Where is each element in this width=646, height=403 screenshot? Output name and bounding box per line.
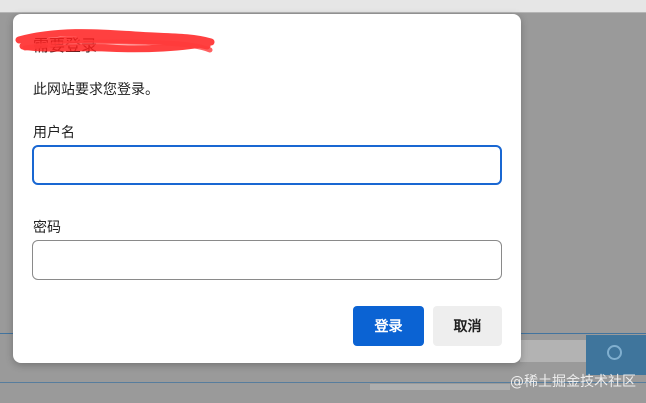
redaction-scribble [15, 29, 215, 53]
login-dialog: 需要登录 此网站要求您登录。 用户名 密码 登录 取消 [13, 14, 521, 363]
username-label: 用户名 [33, 125, 75, 141]
password-label: 密码 [33, 220, 61, 236]
login-button[interactable]: 登录 [353, 306, 424, 346]
search-icon [607, 345, 622, 360]
background-browser-bar [0, 0, 646, 12]
username-input[interactable] [32, 145, 502, 185]
watermark: @稀土掘金技术社区 [510, 374, 636, 390]
background-text [370, 384, 510, 390]
dialog-message: 此网站要求您登录。 [33, 82, 159, 98]
background-divider [0, 12, 646, 13]
cancel-button[interactable]: 取消 [433, 306, 502, 346]
password-input[interactable] [32, 240, 502, 280]
background-search-field [520, 340, 586, 362]
